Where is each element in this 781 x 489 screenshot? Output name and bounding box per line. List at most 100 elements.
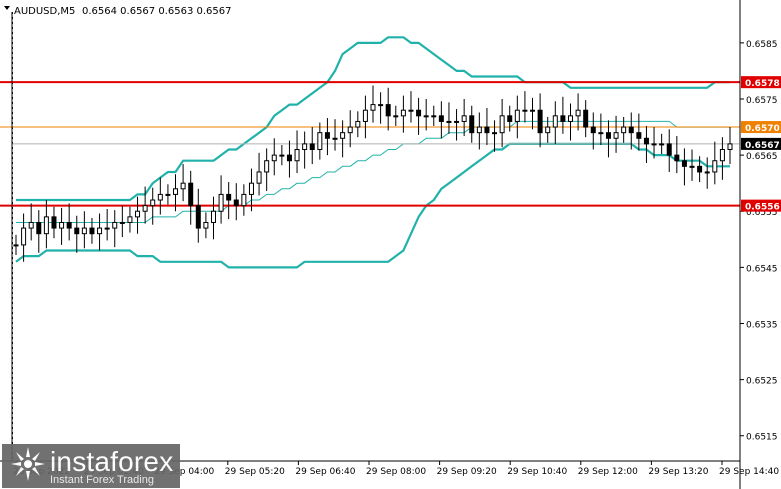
price-chart[interactable]: 0.65850.65750.65650.65550.65450.65350.65… — [0, 0, 781, 489]
candle-body-bear — [51, 216, 57, 229]
candle-body-bull — [302, 143, 308, 151]
instaforex-logo: instaforex Instant Forex Trading — [2, 444, 180, 488]
candle-body-bear — [583, 109, 589, 128]
candle-body-bull — [499, 115, 505, 134]
candle-body-bull — [271, 154, 277, 162]
candle-body-bull — [97, 227, 103, 235]
candle-body-bull — [454, 120, 460, 123]
candle-body-bear — [188, 182, 194, 207]
x-tick-label: 29 Sep 09:20 — [437, 467, 497, 477]
candle-body-bull — [203, 221, 209, 229]
candle-body-bear — [36, 221, 42, 235]
candle-body-bull — [712, 160, 718, 173]
candle-body-bull — [21, 227, 27, 246]
candle-body-bull — [81, 227, 87, 235]
candle-body-bear — [416, 109, 422, 117]
x-tick-label: 29 Sep 10:40 — [507, 467, 567, 477]
candle-body-bull — [514, 109, 520, 122]
candle-body-bull — [575, 109, 581, 117]
candle-body-bull — [378, 104, 384, 107]
candle-body-bear — [469, 115, 475, 134]
candle-body-bull — [719, 149, 725, 162]
candle-body-bull — [347, 126, 353, 134]
price-level-tag-label: 0.6570 — [745, 124, 780, 134]
candle-body-bear — [674, 154, 680, 162]
candle-body-bull — [492, 132, 498, 135]
candle-body-bull — [279, 154, 285, 157]
y-tick-label: 0.6575 — [746, 96, 778, 106]
candle-body-bear — [438, 115, 444, 122]
candle-body-bull — [180, 182, 186, 190]
candle-body-bear — [507, 115, 513, 122]
candle-body-bull — [567, 115, 573, 122]
candle-body-bull — [142, 205, 148, 212]
candle-body-bear — [681, 160, 687, 167]
candle-body-bear — [666, 143, 672, 156]
dropdown-triangle-icon[interactable] — [4, 6, 10, 10]
candle-body-bear — [286, 154, 292, 162]
candle-body-bear — [89, 227, 95, 235]
candle-body-bear — [66, 221, 72, 229]
candle-body-bull — [552, 115, 558, 128]
candle-body-bull — [400, 109, 406, 117]
candle-body-bull — [241, 193, 247, 207]
current-price-tag-label: 0.6567 — [745, 141, 780, 151]
candle-body-bear — [697, 165, 703, 173]
candle-body-bull — [408, 109, 414, 112]
candle-body-bull — [264, 160, 270, 173]
candle-body-bull — [13, 244, 19, 247]
candle-body-bull — [704, 171, 710, 174]
candle-body-bull — [423, 115, 429, 118]
candle-body-bear — [628, 126, 634, 134]
candle-body-bull — [355, 120, 361, 128]
candle-body-bull — [393, 115, 399, 118]
price-level-tag-label: 0.6556 — [745, 203, 780, 213]
candle-body-bull — [689, 165, 695, 168]
candle-body-bull — [727, 143, 733, 151]
candle-body-bear — [385, 104, 391, 117]
candle-body-bull — [598, 132, 604, 135]
y-tick-label: 0.6535 — [746, 320, 778, 330]
x-tick-label: 29 Sep 05:20 — [225, 467, 285, 477]
instaforex-emblem-icon — [11, 447, 45, 481]
candle-body-bull — [119, 221, 125, 224]
logo-tagline: Instant Forex Trading — [50, 474, 154, 486]
candle-body-bull — [104, 227, 110, 230]
candle-body-bull — [545, 126, 551, 134]
candle-body-bull — [150, 199, 156, 207]
candle-body-bull — [210, 210, 216, 223]
candle-body-bull — [248, 182, 254, 195]
candle-body-bull — [431, 115, 437, 118]
candle-body-bull — [362, 109, 368, 122]
candle-body-bear — [74, 227, 80, 235]
x-tick-label: 29 Sep 12:00 — [578, 467, 638, 477]
y-tick-label: 0.6585 — [746, 40, 778, 50]
candle-body-bull — [256, 171, 262, 184]
x-tick-label: 29 Sep 08:00 — [366, 467, 426, 477]
candle-body-bull — [530, 109, 536, 112]
candle-body-bear — [537, 109, 543, 134]
candle-body-bear — [226, 193, 232, 201]
chart-window[interactable]: 0.6585 0.6575 0.6565 0.6555 0.6545 0.6535 0.65… — [0, 0, 781, 489]
y-tick-label: 0.6545 — [746, 264, 778, 274]
candle-body-bull — [317, 132, 323, 151]
ohlc-quote: 0.6564 0.6567 0.6563 0.6567 — [82, 6, 232, 17]
candle-body-bull — [127, 216, 133, 223]
candle-body-bull — [294, 149, 300, 162]
candle-body-bull — [370, 104, 376, 111]
candle-body-bear — [560, 115, 566, 122]
candle-body-bull — [651, 143, 657, 146]
candle-body-bull — [173, 188, 179, 195]
x-tick-label: 29 Sep 13:20 — [648, 467, 708, 477]
candle-body-bull — [522, 109, 528, 112]
candle-body-bull — [621, 126, 627, 134]
candle-body-bull — [332, 137, 338, 140]
candle-body-bear — [233, 199, 239, 207]
candle-body-bull — [165, 193, 171, 196]
candle-body-bull — [135, 210, 141, 218]
candle-body-bear — [484, 126, 490, 134]
candle-body-bear — [309, 143, 315, 151]
candle-body-bull — [112, 221, 118, 229]
candle-body-bull — [59, 221, 65, 229]
candle-body-bull — [340, 132, 346, 139]
